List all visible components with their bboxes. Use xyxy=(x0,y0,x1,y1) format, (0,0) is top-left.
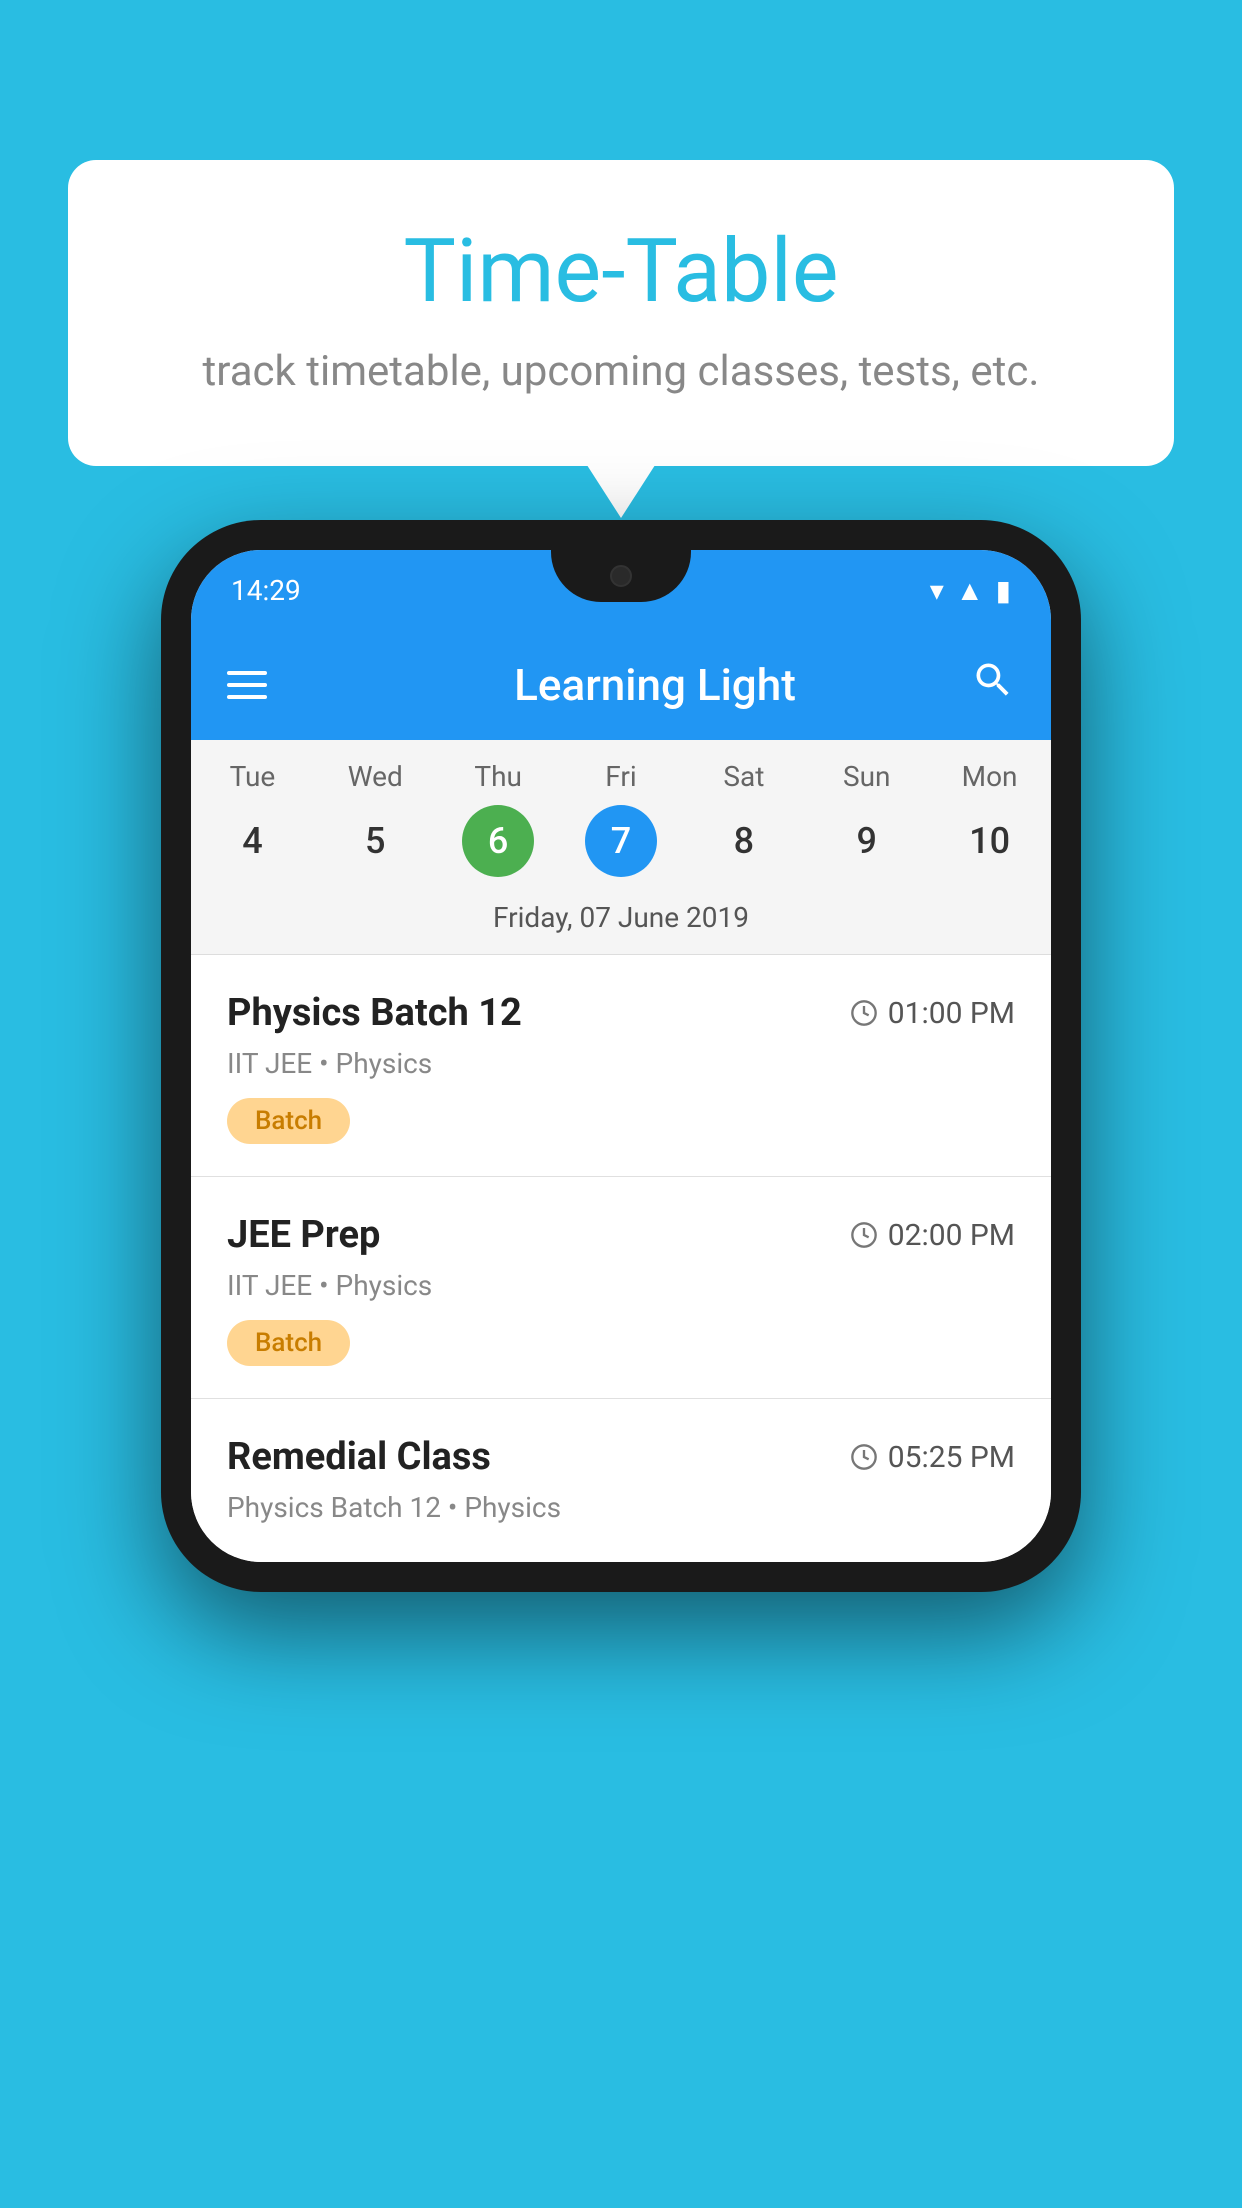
notch xyxy=(551,550,691,602)
hamburger-line-3 xyxy=(227,695,267,699)
day-col-sat[interactable]: Sat 8 xyxy=(682,760,805,877)
schedule-item-3-title: Remedial Class xyxy=(227,1435,491,1479)
schedule-item-3-header: Remedial Class 05:25 PM xyxy=(227,1435,1015,1479)
speech-bubble-section: Time-Table track timetable, upcoming cla… xyxy=(68,160,1174,466)
phone-outer: 14:29 ▾ ▲ ▮ xyxy=(161,520,1081,1592)
day-col-fri[interactable]: Fri 7 xyxy=(560,760,683,877)
week-days-row: Tue 4 Wed 5 Thu 6 Fri 7 Sat 8 Sun 9 Mon 10 xyxy=(191,740,1051,885)
day-name-sun: Sun xyxy=(843,760,891,793)
day-col-wed[interactable]: Wed 5 xyxy=(314,760,437,877)
schedule-item-1-header: Physics Batch 12 01:00 PM xyxy=(227,991,1015,1035)
bubble-title: Time-Table xyxy=(148,220,1094,323)
schedule-item-2-header: JEE Prep 02:00 PM xyxy=(227,1213,1015,1257)
day-name-mon: Mon xyxy=(962,760,1018,793)
day-col-thu[interactable]: Thu 6 xyxy=(437,760,560,877)
schedule-item-2[interactable]: JEE Prep 02:00 PM IIT JEE • Physics Batc… xyxy=(191,1177,1051,1399)
day-number-6[interactable]: 6 xyxy=(462,805,534,877)
clock-icon-3 xyxy=(850,1443,878,1471)
batch-badge-1: Batch xyxy=(227,1098,350,1144)
app-bar: Learning Light xyxy=(191,630,1051,740)
camera xyxy=(610,565,632,587)
schedule-item-1-time: 01:00 PM xyxy=(850,996,1015,1031)
day-number-10[interactable]: 10 xyxy=(954,805,1026,877)
hamburger-menu-button[interactable] xyxy=(227,671,267,699)
schedule-item-1-subtitle: IIT JEE • Physics xyxy=(227,1047,1015,1080)
schedule-item-2-title: JEE Prep xyxy=(227,1213,380,1257)
status-icons: ▾ ▲ ▮ xyxy=(930,574,1011,607)
day-col-mon[interactable]: Mon 10 xyxy=(928,760,1051,877)
bubble-subtitle: track timetable, upcoming classes, tests… xyxy=(148,347,1094,396)
battery-icon: ▮ xyxy=(996,574,1011,607)
day-col-sun[interactable]: Sun 9 xyxy=(805,760,928,877)
day-number-5[interactable]: 5 xyxy=(339,805,411,877)
batch-badge-2: Batch xyxy=(227,1320,350,1366)
schedule-item-3[interactable]: Remedial Class 05:25 PM Physics Batch 12… xyxy=(191,1399,1051,1562)
signal-icon: ▲ xyxy=(956,574,984,607)
clock-icon-2 xyxy=(850,1221,878,1249)
schedule-item-1[interactable]: Physics Batch 12 01:00 PM IIT JEE • Phys… xyxy=(191,955,1051,1177)
day-name-sat: Sat xyxy=(723,760,764,793)
status-bar: 14:29 ▾ ▲ ▮ xyxy=(191,550,1051,630)
day-name-thu: Thu xyxy=(474,760,522,793)
app-title: Learning Light xyxy=(299,659,1011,711)
schedule-item-3-subtitle: Physics Batch 12 • Physics xyxy=(227,1491,1015,1524)
day-name-fri: Fri xyxy=(605,760,636,793)
day-col-tue[interactable]: Tue 4 xyxy=(191,760,314,877)
schedule-item-1-title: Physics Batch 12 xyxy=(227,991,522,1035)
selected-date-label: Friday, 07 June 2019 xyxy=(191,885,1051,955)
status-time: 14:29 xyxy=(231,574,301,607)
speech-bubble: Time-Table track timetable, upcoming cla… xyxy=(68,160,1174,466)
calendar-section: Tue 4 Wed 5 Thu 6 Fri 7 Sat 8 Sun 9 Mon 10 Friday, 07… xyxy=(191,740,1051,955)
day-number-4[interactable]: 4 xyxy=(216,805,288,877)
day-name-tue: Tue xyxy=(230,760,276,793)
schedule-item-3-time: 05:25 PM xyxy=(850,1440,1015,1475)
hamburger-line-2 xyxy=(227,683,267,687)
phone-screen: 14:29 ▾ ▲ ▮ xyxy=(191,550,1051,1562)
hamburger-line-1 xyxy=(227,671,267,675)
day-number-8[interactable]: 8 xyxy=(708,805,780,877)
schedule-item-2-subtitle: IIT JEE • Physics xyxy=(227,1269,1015,1302)
wifi-icon: ▾ xyxy=(930,574,944,607)
day-number-7[interactable]: 7 xyxy=(585,805,657,877)
schedule-item-2-time: 02:00 PM xyxy=(850,1218,1015,1253)
search-button[interactable] xyxy=(971,658,1015,713)
phone-mockup: 14:29 ▾ ▲ ▮ xyxy=(161,520,1081,1592)
schedule-list: Physics Batch 12 01:00 PM IIT JEE • Phys… xyxy=(191,955,1051,1562)
clock-icon-1 xyxy=(850,999,878,1027)
day-number-9[interactable]: 9 xyxy=(831,805,903,877)
day-name-wed: Wed xyxy=(348,760,403,793)
